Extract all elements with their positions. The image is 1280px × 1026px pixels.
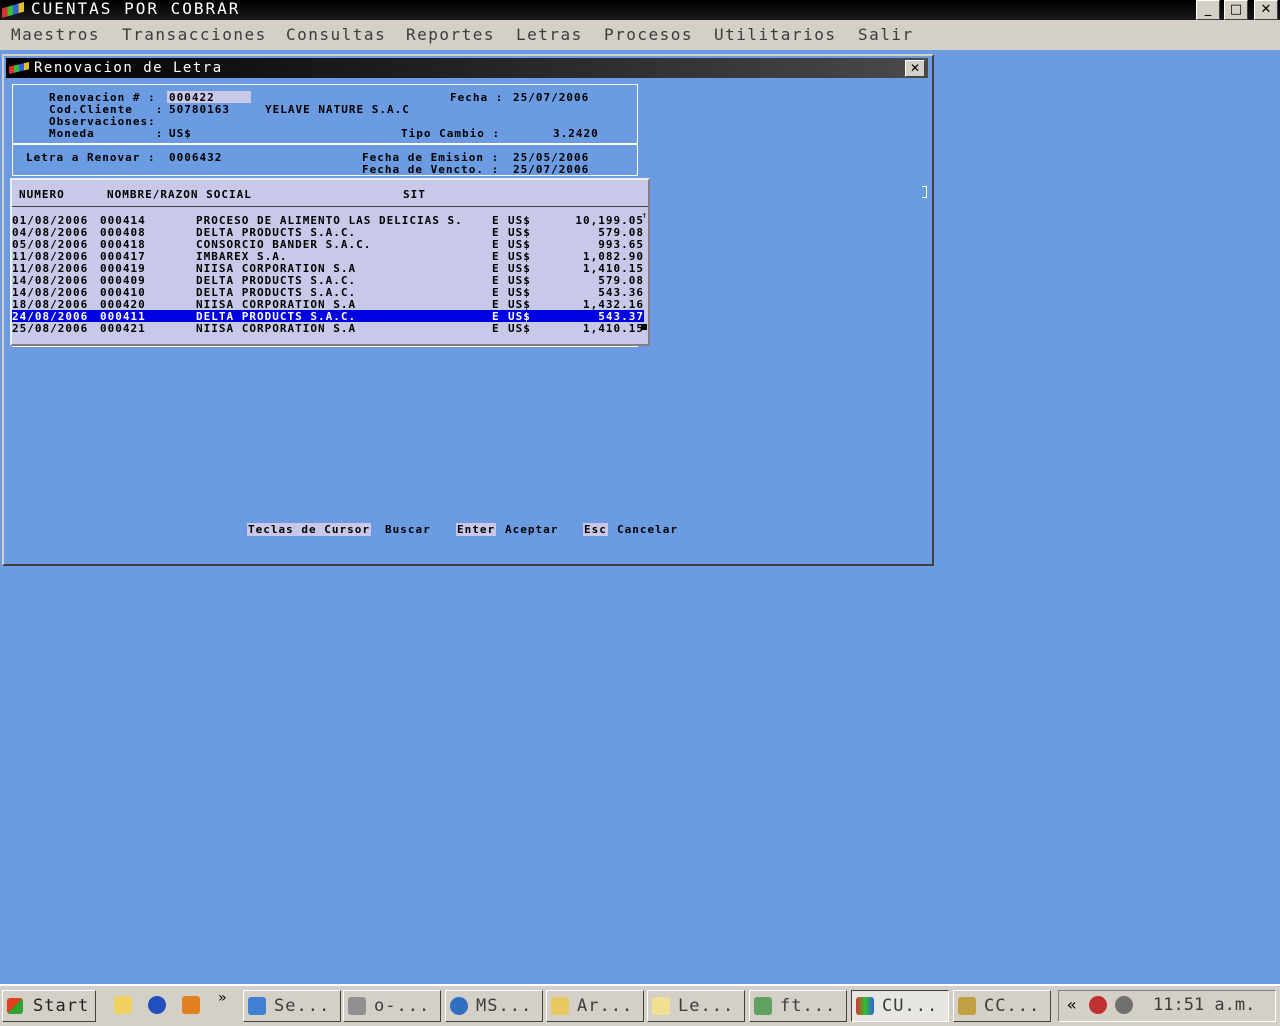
start-label: Start — [33, 996, 90, 1016]
app-titlebar: CUENTAS POR COBRAR _ □ ✕ — [0, 0, 1280, 20]
taskbar-item-6[interactable]: ft... — [749, 990, 847, 1022]
messenger-icon — [450, 997, 468, 1015]
menu-transacciones[interactable]: Transacciones — [122, 25, 267, 44]
taskbar-item-1[interactable]: Se... — [243, 990, 341, 1022]
menu-utilitarios[interactable]: Utilitarios — [714, 25, 836, 44]
app-title: CUENTAS POR COBRAR — [31, 0, 241, 18]
taskbar-item-5[interactable]: Le... — [647, 990, 745, 1022]
fecha-label: Fecha : — [450, 91, 504, 104]
taskbar-item-3[interactable]: MS... — [445, 990, 543, 1022]
menu-procesos[interactable]: Procesos — [604, 25, 693, 44]
cell-num: 000421 — [100, 322, 146, 335]
quick-launch-folder-icon[interactable] — [114, 996, 132, 1014]
fecha-vencto-label: Fecha de Vencto. : — [362, 163, 500, 176]
cell-mon: US$ — [508, 322, 531, 335]
letra-value[interactable]: 0006432 — [169, 151, 222, 164]
cod-cliente-value[interactable]: 50780163 — [169, 103, 230, 116]
taskbar-item-4[interactable]: Ar... — [546, 990, 644, 1022]
list-item[interactable]: 24/08/2006 000411 DELTA PRODUCTS S.A.C. E US… — [12, 310, 644, 323]
taskbar: Start » Se... o-... MS... Ar... Le... ft… — [0, 984, 1280, 1026]
quick-launch-chevron[interactable]: » — [218, 990, 226, 1006]
hint-key-cursor: Teclas de Cursor — [247, 523, 371, 536]
volume-tray-icon[interactable] — [1115, 996, 1133, 1014]
list-item[interactable]: 14/08/2006 000410 DELTA PRODUCTS S.A.C. E US… — [12, 286, 644, 299]
start-button[interactable]: Start — [2, 990, 96, 1022]
moneda-value[interactable]: US$ — [169, 127, 192, 140]
hint-aceptar: Aceptar — [505, 523, 559, 536]
clipboard-icon — [652, 997, 670, 1015]
menu-consultas[interactable]: Consultas — [286, 25, 386, 44]
header-numero: NUMERO — [19, 188, 65, 201]
tipo-cambio-label: Tipo Cambio : — [401, 127, 501, 140]
list-item[interactable]: 11/08/2006 000419 NIISA CORPORATION S.A E US… — [12, 262, 644, 275]
taskbar-item-cuentas[interactable]: CU... — [851, 990, 949, 1022]
menubar: Maestros Transacciones Consultas Reporte… — [0, 20, 1280, 50]
list-item[interactable]: 05/08/2006 000418 CONSORCIO BANDER S.A.C. E… — [12, 238, 644, 251]
letras-list[interactable]: NUMERO NOMBRE/RAZON SOCIAL SIT 01/08/200… — [10, 178, 650, 346]
app-window-icon — [856, 997, 874, 1015]
moneda-label: Moneda : — [49, 127, 164, 140]
tipo-cambio-value: 3.2420 — [553, 127, 599, 140]
menu-maestros[interactable]: Maestros — [11, 25, 100, 44]
pencil-cup-icon — [958, 997, 976, 1015]
letra-label: Letra a Renovar : — [26, 151, 156, 164]
cell-nombre: NIISA CORPORATION S.A — [196, 322, 357, 335]
list-item[interactable]: 25/08/2006 000421 NIISA CORPORATION S.A E US… — [12, 322, 644, 335]
fecha-vencto-value: 25/07/2006 — [513, 163, 590, 176]
tray-chevron[interactable]: « — [1067, 995, 1077, 1014]
network-computer-icon — [754, 997, 772, 1015]
list-item[interactable]: 04/08/2006 000408 DELTA PRODUCTS S.A.C. E US… — [12, 226, 644, 239]
cliente-nombre: YELAVE NATURE S.A.C — [265, 103, 410, 116]
header-sit: SIT — [403, 188, 426, 201]
dialog-titlebar: Renovacion de Letra ✕ — [6, 58, 928, 78]
folder-icon — [551, 997, 569, 1015]
hint-cancelar: Cancelar — [617, 523, 678, 536]
quick-launch: » — [104, 990, 234, 1020]
system-tray: « 11:51 a.m. — [1058, 990, 1276, 1022]
list-header: NUMERO NOMBRE/RAZON SOCIAL SIT — [12, 180, 648, 207]
taskbar-item-2[interactable]: o-... — [343, 990, 441, 1022]
app-icon — [2, 2, 24, 18]
edge-marker — [922, 186, 927, 198]
users-tray-icon[interactable] — [1089, 996, 1107, 1014]
hint-key-esc: Esc — [583, 523, 608, 536]
dialog-icon — [9, 62, 29, 74]
clock: 11:51 a.m. — [1153, 995, 1256, 1015]
hint-buscar: Buscar — [385, 523, 431, 536]
list-item[interactable]: 01/08/2006 000414 PROCESO DE ALIMENTO LAS … — [12, 214, 644, 227]
fox-icon[interactable] — [182, 996, 200, 1014]
cell-sit: E — [492, 322, 500, 335]
close-app-button[interactable]: ✕ — [1254, 0, 1278, 20]
scroll-up-icon[interactable]: ↑ — [642, 212, 647, 221]
list-item[interactable]: 14/08/2006 000409 DELTA PRODUCTS S.A.C. E US… — [12, 274, 644, 287]
cell-monto: 1,410.15 — [583, 322, 644, 335]
dialog-close-button[interactable]: ✕ — [905, 60, 925, 77]
menu-reportes[interactable]: Reportes — [406, 25, 495, 44]
minimize-button[interactable]: _ — [1196, 0, 1220, 20]
network-icon — [248, 997, 266, 1015]
taskbar-item-8[interactable]: CC... — [953, 990, 1051, 1022]
media-player-icon[interactable] — [148, 996, 166, 1014]
fecha-value: 25/07/2006 — [513, 91, 590, 104]
windows-logo-icon — [7, 998, 23, 1014]
scroll-thumb[interactable] — [641, 324, 647, 330]
key-icon — [348, 997, 366, 1015]
menu-salir[interactable]: Salir — [858, 25, 914, 44]
list-item[interactable]: 11/08/2006 000417 IMBAREX S.A. E US$ 1,082.90 — [12, 250, 644, 263]
renovacion-dialog: Renovacion de Letra ✕ Renovacion # : 000… — [2, 54, 934, 566]
dialog-title: Renovacion de Letra — [34, 60, 223, 76]
header-nombre: NOMBRE/RAZON SOCIAL — [107, 188, 252, 201]
hint-key-enter: Enter — [456, 523, 497, 536]
menu-letras[interactable]: Letras — [516, 25, 583, 44]
list-item[interactable]: 18/08/2006 000420 NIISA CORPORATION S.A E US… — [12, 298, 644, 311]
maximize-button[interactable]: □ — [1224, 0, 1248, 20]
cell-fecha: 25/08/2006 — [12, 322, 89, 335]
